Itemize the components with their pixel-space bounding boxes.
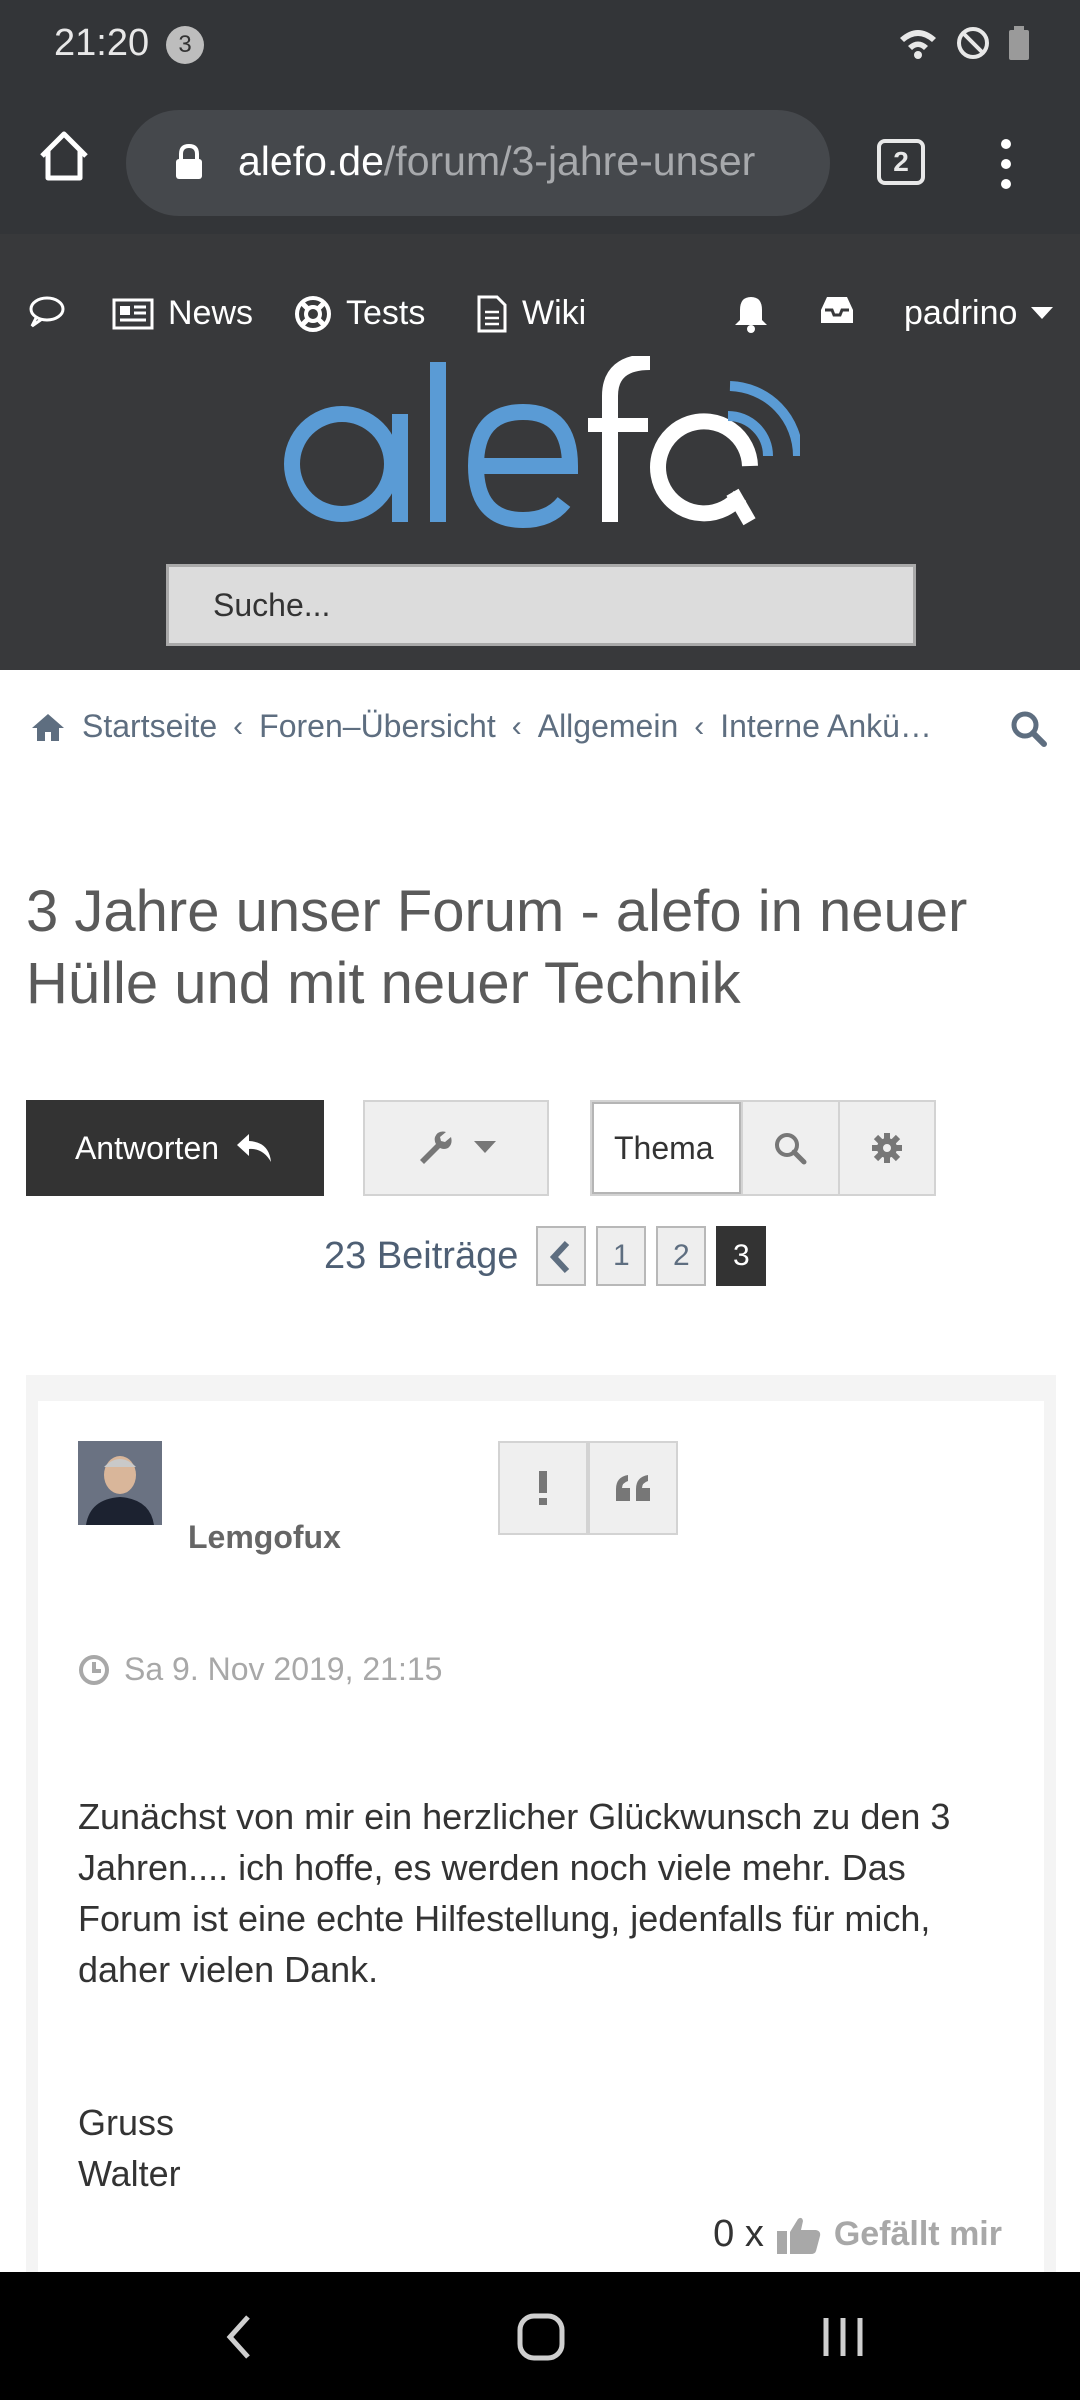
caret-down-icon: [474, 1141, 496, 1153]
post-count: 23 Beiträge: [324, 1234, 519, 1277]
bell-icon: [735, 297, 767, 333]
breadcrumb-general[interactable]: Allgemein: [538, 708, 679, 745]
page-2-button[interactable]: 2: [656, 1226, 707, 1286]
inbox-icon: [821, 297, 853, 323]
post-container: Lemgofux Sa 9. Nov 2019, 21:15 Zunächst …: [26, 1375, 1056, 2301]
site-header: News Tests Wiki padrino Suche...: [0, 234, 1080, 670]
speech-bubble-icon: [29, 296, 65, 328]
post-paragraph: Zunächst von mir ein herzlicher Glückwun…: [78, 1796, 951, 1990]
post-date: Sa 9. Nov 2019, 21:15: [78, 1651, 442, 1688]
user-menu[interactable]: padrino: [904, 294, 1054, 333]
battery-icon: [1009, 26, 1029, 60]
quote-button[interactable]: [588, 1441, 678, 1535]
pagination: 23 Beiträge 1 2 3: [324, 1225, 767, 1287]
topic-search-box: Thema: [590, 1100, 936, 1196]
nav-forum[interactable]: [28, 294, 66, 328]
alefo-logo[interactable]: [280, 356, 800, 528]
reply-button[interactable]: Antworten: [26, 1100, 324, 1196]
newspaper-icon: [112, 298, 154, 329]
caret-down-icon: [1031, 306, 1054, 319]
document-icon: [477, 295, 507, 332]
notification-count-badge: 3: [166, 26, 204, 64]
life-ring-icon: [295, 295, 331, 332]
gear-icon: [871, 1133, 902, 1163]
page-3-current: 3: [716, 1226, 767, 1286]
search-icon: [775, 1133, 807, 1165]
breadcrumb-separator: ‹: [694, 709, 705, 743]
status-time: 21:20: [54, 22, 150, 64]
wifi-icon: [900, 30, 936, 59]
reply-label: Antworten: [74, 1129, 220, 1166]
chevron-left-icon: [550, 1240, 570, 1274]
back-icon[interactable]: [224, 2314, 254, 2360]
nav-wiki-label: Wiki: [522, 294, 587, 332]
nav-news-label: News: [168, 294, 254, 332]
home-icon: [32, 713, 64, 741]
breadcrumb-separator: ‹: [233, 709, 244, 743]
topic-search-button[interactable]: [741, 1102, 838, 1194]
url-text[interactable]: alefo.de/forum/3-jahre-unser: [238, 138, 808, 185]
inbox-button[interactable]: [818, 294, 856, 326]
nav-wiki[interactable]: Wiki: [476, 294, 586, 333]
more-menu-icon[interactable]: [996, 136, 1016, 192]
topic-search-input[interactable]: Thema: [592, 1102, 742, 1194]
home-icon[interactable]: [36, 128, 92, 184]
status-bar: 21:20 3: [0, 0, 1080, 92]
like-area: 0 x Gefällt mir: [713, 2213, 1002, 2256]
breadcrumb-internal[interactable]: Interne Ankü…: [720, 708, 932, 745]
post-author[interactable]: Lemgofux: [188, 1519, 341, 1556]
topic-title[interactable]: 3 Jahre unser Forum - alefo in neuer Hül…: [26, 876, 1056, 1020]
thumbs-up-icon: [776, 2217, 820, 2254]
tab-switcher-button[interactable]: 2: [877, 139, 925, 185]
report-button[interactable]: [498, 1441, 588, 1535]
browser-toolbar: alefo.de/forum/3-jahre-unser 2: [0, 92, 1080, 234]
like-count: 0 x: [713, 2213, 764, 2255]
post-date-text: Sa 9. Nov 2019, 21:15: [124, 1651, 443, 1687]
breadcrumb-home[interactable]: Startseite: [82, 708, 217, 745]
username: padrino: [904, 294, 1018, 332]
wrench-icon: [420, 1131, 452, 1164]
exclamation-icon: [539, 1471, 547, 1505]
prev-page-button[interactable]: [536, 1226, 587, 1286]
main-nav: News Tests Wiki padrino: [0, 294, 1080, 344]
like-button[interactable]: Gefällt mir: [834, 2215, 1002, 2254]
post-signature: Gruss Walter: [78, 2102, 181, 2194]
recent-apps-icon[interactable]: [820, 2314, 866, 2360]
home-button-icon[interactable]: [516, 2312, 566, 2362]
breadcrumb-forum-overview[interactable]: Foren–Übersicht: [259, 708, 496, 745]
lock-icon: [176, 144, 202, 179]
address-bar[interactable]: alefo.de/forum/3-jahre-unser: [126, 110, 830, 216]
avatar[interactable]: [78, 1441, 162, 1525]
topic-tools-button[interactable]: [363, 1100, 549, 1196]
system-icons: [898, 26, 1030, 60]
nav-tests[interactable]: Tests: [294, 294, 425, 333]
avatar-image: [78, 1441, 162, 1525]
quote-icon: [616, 1475, 650, 1501]
breadcrumb: Startseite ‹ Foren–Übersicht ‹ Allgemein…: [30, 708, 932, 745]
advanced-search-button[interactable]: [837, 1102, 935, 1194]
post: Lemgofux Sa 9. Nov 2019, 21:15 Zunächst …: [38, 1401, 1044, 2301]
site-search-input[interactable]: Suche...: [166, 564, 916, 646]
reply-arrow-icon: [237, 1134, 272, 1162]
android-navigation-bar: [0, 2272, 1080, 2400]
search-icon[interactable]: [1010, 710, 1048, 748]
nav-tests-label: Tests: [346, 294, 426, 332]
do-not-disturb-icon: [957, 27, 989, 59]
page-1-button[interactable]: 1: [596, 1226, 647, 1286]
notifications-button[interactable]: [732, 294, 770, 334]
nav-news[interactable]: News: [112, 294, 253, 333]
clock-icon: [79, 1654, 109, 1685]
breadcrumb-separator: ‹: [511, 709, 522, 743]
